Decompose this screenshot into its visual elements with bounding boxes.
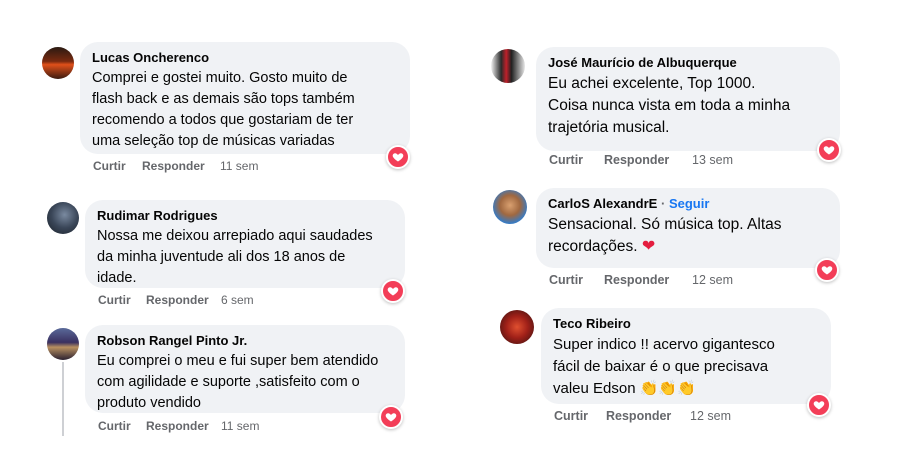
comment-actions: Curtir Responder 6 sem bbox=[98, 293, 254, 307]
avatar[interactable] bbox=[42, 47, 74, 79]
reply-button[interactable]: Responder bbox=[142, 159, 220, 173]
comment-actions: Curtir Responder 11 sem bbox=[93, 159, 258, 173]
heart-icon[interactable] bbox=[381, 279, 405, 303]
comment-text: Comprei e gostei muito. Gosto muito de f… bbox=[92, 70, 355, 149]
comment-author[interactable]: Rudimar Rodrigues bbox=[97, 208, 393, 224]
timestamp[interactable]: 13 sem bbox=[692, 153, 733, 167]
like-button[interactable]: Curtir bbox=[554, 409, 606, 423]
like-button[interactable]: Curtir bbox=[98, 419, 146, 433]
timestamp[interactable]: 12 sem bbox=[692, 273, 733, 287]
heart-icon[interactable] bbox=[807, 393, 831, 417]
follow-link[interactable]: Seguir bbox=[669, 196, 709, 211]
comment-text: Eu comprei o meu e fui super bem atendid… bbox=[97, 353, 379, 411]
heart-icon[interactable] bbox=[817, 138, 841, 162]
timestamp[interactable]: 6 sem bbox=[221, 293, 254, 307]
avatar[interactable] bbox=[491, 49, 525, 83]
comment-text: Eu achei excelente, Top 1000. Coisa nunc… bbox=[548, 75, 791, 136]
comment-bubble: Rudimar Rodrigues Nossa me deixou arrepi… bbox=[85, 200, 405, 288]
comment-text: Sensacional. Só música top. Altas record… bbox=[548, 214, 828, 258]
heart-icon[interactable] bbox=[815, 258, 839, 282]
comment-actions: Curtir Responder 12 sem bbox=[549, 273, 733, 287]
comment-bubble: Lucas Oncherenco Comprei e gostei muito.… bbox=[80, 42, 410, 154]
comment-actions: Curtir Responder 11 sem bbox=[98, 419, 259, 433]
comment-author[interactable]: Robson Rangel Pinto Jr. bbox=[97, 333, 393, 349]
comment-author: CarloS AlexandrE · Seguir bbox=[548, 196, 828, 212]
timestamp[interactable]: 11 sem bbox=[221, 419, 259, 433]
avatar[interactable] bbox=[500, 310, 534, 344]
timestamp[interactable]: 12 sem bbox=[690, 409, 731, 423]
comment-bubble: José Maurício de Albuquerque Eu achei ex… bbox=[536, 47, 840, 151]
comment-actions: Curtir Responder 13 sem bbox=[549, 153, 733, 167]
comment-bubble: CarloS AlexandrE · Seguir Sensacional. S… bbox=[536, 188, 840, 268]
avatar[interactable] bbox=[47, 202, 79, 234]
red-heart-emoji: ❤ bbox=[641, 238, 656, 255]
reply-button[interactable]: Responder bbox=[604, 153, 692, 167]
heart-icon[interactable] bbox=[379, 405, 403, 429]
reply-button[interactable]: Responder bbox=[606, 409, 690, 423]
comment-author[interactable]: Teco Ribeiro bbox=[553, 316, 819, 332]
timestamp[interactable]: 11 sem bbox=[220, 159, 258, 173]
thread-line bbox=[62, 362, 64, 436]
comment-text: Nossa me deixou arrepiado aqui saudades … bbox=[97, 228, 373, 286]
comment-bubble: Teco Ribeiro Super indico !! acervo giga… bbox=[541, 308, 831, 404]
avatar[interactable] bbox=[47, 328, 79, 360]
like-button[interactable]: Curtir bbox=[549, 153, 604, 167]
reply-button[interactable]: Responder bbox=[146, 293, 221, 307]
like-button[interactable]: Curtir bbox=[93, 159, 142, 173]
like-button[interactable]: Curtir bbox=[98, 293, 146, 307]
reply-button[interactable]: Responder bbox=[146, 419, 221, 433]
clapping-hands-emoji: 👏👏👏 bbox=[639, 380, 696, 397]
comment-author[interactable]: José Maurício de Albuquerque bbox=[548, 55, 828, 71]
like-button[interactable]: Curtir bbox=[549, 273, 604, 287]
comment-author-name[interactable]: CarloS AlexandrE bbox=[548, 196, 657, 211]
comment-actions: Curtir Responder 12 sem bbox=[554, 409, 731, 423]
comment-text: Super indico !! acervo gigantesco fácil … bbox=[553, 334, 819, 400]
comment-author[interactable]: Lucas Oncherenco bbox=[92, 50, 398, 66]
comment-text-content: Sensacional. Só música top. Altas record… bbox=[548, 216, 782, 255]
heart-icon[interactable] bbox=[386, 145, 410, 169]
separator-dot: · bbox=[660, 196, 666, 211]
reply-button[interactable]: Responder bbox=[604, 273, 692, 287]
comment-bubble: Robson Rangel Pinto Jr. Eu comprei o meu… bbox=[85, 325, 405, 413]
avatar[interactable] bbox=[493, 190, 527, 224]
